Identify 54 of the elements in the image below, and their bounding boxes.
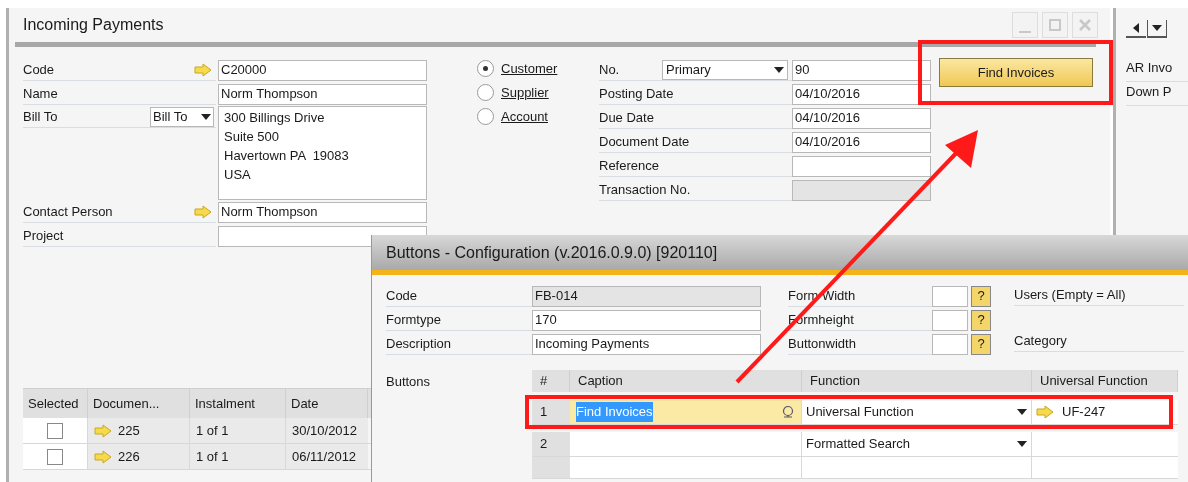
find-invoices-button[interactable]: Find Invoices (939, 58, 1093, 87)
field-label: Transaction No. (599, 180, 691, 199)
text-field[interactable]: 04/10/2016 (792, 131, 931, 153)
field-label: Bill To (23, 107, 58, 126)
panel-link[interactable]: Down P (1126, 82, 1188, 106)
field-label: Document Date (599, 132, 690, 151)
radio-label[interactable]: Account (501, 106, 548, 127)
radio-label[interactable]: Customer (501, 58, 558, 79)
text-field[interactable]: Incoming Payments (532, 333, 761, 355)
table-cell-text: UF-247 (1062, 403, 1106, 422)
help-button[interactable]: ? (971, 333, 991, 355)
field-label: Category (1014, 330, 1184, 352)
table-cell: 30/10/2012 (286, 418, 368, 443)
address-field[interactable]: 300 Billings Drive Suite 500 Havertown PA 19083 USA (218, 106, 427, 200)
field-label: Reference (599, 156, 659, 175)
grid-row[interactable]: 2 Formatted Search (532, 432, 1178, 457)
radio-label[interactable]: Supplier (501, 82, 549, 103)
help-button[interactable]: ? (971, 285, 991, 307)
text-field[interactable]: Norm Thompson (218, 201, 427, 223)
row-number[interactable]: 1 (532, 400, 570, 424)
row-number[interactable]: 2 (532, 432, 570, 456)
text-field[interactable]: 04/10/2016 (792, 107, 931, 129)
field-label: Name (23, 84, 58, 103)
text-field[interactable]: C20000 (218, 59, 427, 81)
field-label: Code (23, 60, 55, 79)
text-field[interactable]: 04/10/2016 (792, 83, 931, 105)
text-field[interactable]: Norm Thompson (218, 83, 427, 105)
field-label: Project (23, 226, 64, 245)
field-label: Users (Empty = All) (1014, 284, 1184, 306)
help-button[interactable]: ? (971, 309, 991, 331)
panel-link[interactable]: AR Invo (1126, 58, 1188, 82)
function-dropdown[interactable]: Universal Function (806, 402, 914, 422)
field-label: Contact Person (23, 202, 113, 221)
dialog-title: Buttons - Configuration (v.2016.0.9.0) [920110] (386, 242, 718, 263)
table-cell: 1 of 1 (190, 418, 286, 443)
column-header[interactable]: Universal Function (1032, 370, 1178, 392)
table-cell-text: 226 (118, 447, 140, 466)
column-header[interactable]: Function (802, 370, 1032, 392)
series-dropdown[interactable]: Primary (662, 59, 788, 80)
table-cell-text: 225 (118, 421, 140, 440)
table-cell: 1 of 1 (190, 444, 286, 469)
text-field[interactable]: 90 (792, 59, 931, 81)
column-header[interactable]: Caption (570, 370, 802, 392)
window-title: Incoming Payments (23, 15, 164, 35)
column-header[interactable]: # (532, 370, 570, 392)
field-label: Buttons (386, 373, 432, 391)
field-label: Posting Date (599, 84, 674, 103)
bill-to-dropdown[interactable]: Bill To (150, 106, 214, 127)
text-field[interactable]: 170 (532, 309, 761, 331)
field-label: No. (599, 60, 620, 79)
function-dropdown[interactable]: Formatted Search (806, 434, 911, 454)
grid-row[interactable]: 1 Find Invoices Universal Function UF-247 (532, 400, 1178, 425)
table-cell: 06/11/2012 (286, 444, 368, 469)
field-label: Due Date (599, 108, 654, 127)
